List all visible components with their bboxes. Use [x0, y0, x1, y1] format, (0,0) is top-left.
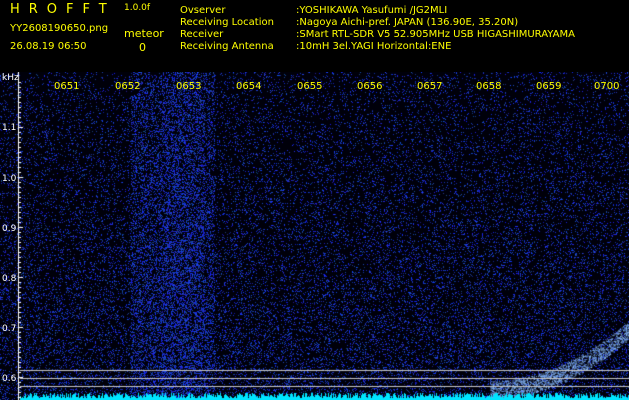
app-version: 1.0.0f [124, 3, 151, 13]
y-tick-label: 0.7 [2, 324, 17, 334]
antenna-label: Receiving Antenna [180, 41, 274, 52]
y-tick-label: 0.6 [2, 374, 17, 384]
x-tick-label: 0654 [236, 81, 262, 92]
x-tick-label: 0653 [176, 81, 202, 92]
station-info: Ovserver :YOSHIKAWA Yasufumi /JG2MLI Rece… [180, 5, 575, 53]
observer-value: :YOSHIKAWA Yasufumi /JG2MLI [296, 5, 448, 16]
x-tick-label: 0658 [476, 81, 502, 92]
capture-datetime: 26.08.19 06:50 [10, 41, 87, 52]
meteor-label: meteor [124, 27, 164, 40]
x-tick-label: 0652 [115, 81, 141, 92]
location-row: Receiving Location :Nagoya Aichi-pref. JA… [180, 17, 575, 29]
meteor-count: 0 [139, 41, 146, 54]
x-tick-label: 0655 [297, 81, 323, 92]
observer-row: Ovserver :YOSHIKAWA Yasufumi /JG2MLI [180, 5, 575, 17]
y-axis-unit: kHz [2, 73, 19, 83]
antenna-row: Receiving Antenna :10mH 3el.YAGI Horizont… [180, 41, 575, 53]
y-tick-label: 1.1 [2, 123, 17, 133]
y-tick-label: 0.9 [2, 224, 17, 234]
receiver-value: :SMart RTL-SDR V5 52.905MHz USB HIGASHIM… [296, 29, 575, 40]
x-tick-label: 0651 [54, 81, 80, 92]
receiver-label: Receiver [180, 29, 224, 40]
y-tick-label: 0.8 [2, 274, 17, 284]
x-tick-label: 0656 [357, 81, 383, 92]
file-name: YY2608190650.png [10, 23, 109, 34]
header: HROFFT 1.0.0f YY2608190650.png 26.08.19 … [0, 0, 629, 72]
x-tick-label: 0659 [536, 81, 562, 92]
location-value: :Nagoya Aichi-pref. JAPAN (136.90E, 35.2… [296, 17, 519, 28]
receiver-row: Receiver :SMart RTL-SDR V5 52.905MHz USB … [180, 29, 575, 41]
app-brand: HROFFT [10, 2, 116, 17]
spectrogram [0, 72, 629, 400]
x-tick-label: 0700 [594, 81, 620, 92]
y-tick-label: 1.0 [2, 174, 17, 184]
x-tick-label: 0657 [417, 81, 443, 92]
antenna-value: :10mH 3el.YAGI Horizontal:ENE [296, 41, 452, 52]
observer-label: Ovserver [180, 5, 226, 16]
location-label: Receiving Location [180, 17, 274, 28]
